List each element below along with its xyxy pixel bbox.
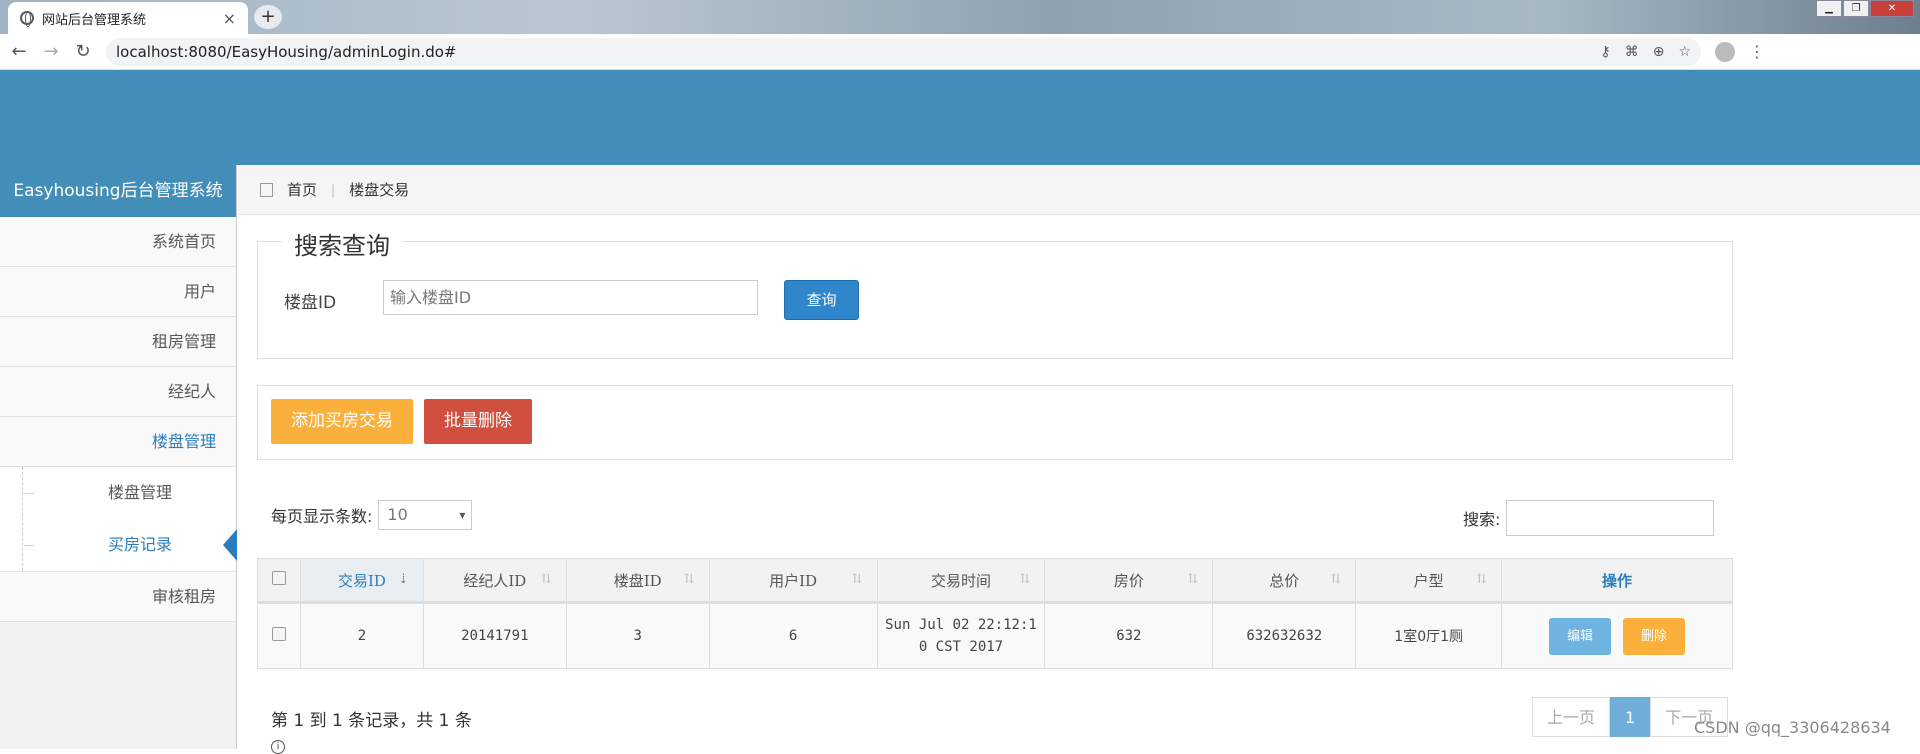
sidebar: Easyhousing后台管理系统 系统首页 用户 租房管理 经纪人 楼盘管理 … — [0, 165, 237, 749]
tab-title: 网站后台管理系统 — [42, 12, 147, 28]
cell-agent-id: 20141791 — [422, 602, 567, 669]
breadcrumb: 首页 | 楼盘交易 — [238, 165, 1920, 215]
col-header-trade-id[interactable]: 交易ID ⇣ — [299, 558, 424, 604]
col-header-trade-time[interactable]: 交易时间 ⇅ — [876, 558, 1046, 604]
sidebar-subitem-purchase-records[interactable]: 买房记录 — [0, 519, 237, 571]
col-header-user-id[interactable]: 用户ID ⇅ — [708, 558, 878, 604]
zoom-icon[interactable]: ⊕ — [1653, 44, 1665, 60]
star-icon[interactable]: ☆ — [1678, 44, 1691, 60]
sort-desc-icon: ⇣ — [397, 572, 409, 587]
col-header-layout[interactable]: 户型 ⇅ — [1355, 558, 1503, 604]
breadcrumb-home-link[interactable]: 首页 — [287, 179, 317, 200]
minimize-icon[interactable]: ▁ — [1816, 0, 1842, 17]
sidebar-item-agents[interactable]: 经纪人 — [0, 367, 236, 417]
sort-icon: ⇅ — [851, 572, 863, 587]
query-button[interactable]: 查询 — [784, 280, 859, 320]
breadcrumb-current: 楼盘交易 — [349, 181, 410, 199]
action-panel: 添加买房交易 批量删除 — [257, 385, 1733, 460]
address-bar: ← → ↻ i localhost:8080/EasyHousing/admin… — [0, 34, 1920, 754]
sidebar-item-review-rental[interactable]: 审核租房 — [0, 572, 236, 622]
watermark: CSDN @qq_3306428634 — [1694, 718, 1891, 737]
cell-building-id: 3 — [565, 602, 710, 669]
sidebar-submenu: 楼盘管理 买房记录 — [0, 467, 237, 572]
cell-price: 632 — [1044, 602, 1214, 669]
key-icon[interactable]: ⚷ — [1600, 44, 1610, 60]
edit-button[interactable]: 编辑 — [1549, 617, 1612, 655]
url-text: localhost:8080/EasyHousing/adminLogin.do… — [116, 42, 457, 61]
add-purchase-button[interactable]: 添加买房交易 — [271, 399, 413, 444]
sort-icon: ⇅ — [1019, 572, 1031, 587]
sidebar-item-buildings[interactable]: 楼盘管理 — [0, 417, 236, 467]
browser-tab-strip: 网站后台管理系统 × + ▁ ❐ ✕ — [0, 0, 1920, 34]
table-filter-input[interactable] — [1506, 500, 1715, 536]
globe-icon — [20, 11, 34, 27]
col-header-price[interactable]: 房价 ⇅ — [1044, 558, 1214, 604]
row-checkbox[interactable] — [271, 627, 286, 641]
search-panel: 搜索查询 楼盘ID 查询 — [257, 226, 1733, 359]
cell-trade-id: 2 — [299, 602, 424, 669]
select-all-checkbox-cell[interactable] — [257, 558, 301, 604]
browser-tab[interactable]: 网站后台管理系统 × — [8, 2, 248, 34]
new-tab-button[interactable]: + — [254, 5, 282, 29]
sort-icon: ⇅ — [1187, 572, 1199, 587]
menu-dots-icon[interactable]: ⋮ — [1749, 42, 1765, 61]
sidebar-brand: Easyhousing后台管理系统 — [0, 165, 236, 217]
cell-actions: 编辑 删除 — [1501, 602, 1733, 669]
table-filter-label: 搜索: — [1463, 510, 1501, 529]
prev-page-button[interactable]: 上一页 — [1532, 697, 1611, 737]
tab-close-icon[interactable]: × — [223, 9, 236, 28]
select-all-checkbox[interactable] — [271, 571, 286, 585]
sidebar-subitem-building-manage[interactable]: 楼盘管理 — [0, 467, 236, 519]
page-length-control: 每页显示条数: 10 — [271, 500, 473, 530]
table-header-row: 交易ID ⇣ 经纪人ID ⇅ 楼盘ID ⇅ 用户ID ⇅ 交易时间 ⇅ 房价 ⇅ 总价 ⇅ 户… — [257, 558, 1733, 604]
sort-icon: ⇅ — [683, 572, 695, 587]
delete-button[interactable]: 删除 — [1623, 617, 1686, 655]
cell-total: 632632632 — [1212, 602, 1357, 669]
sort-icon: ⇅ — [1330, 572, 1342, 587]
cell-user-id: 6 — [708, 602, 878, 669]
col-header-total[interactable]: 总价 ⇅ — [1212, 558, 1357, 604]
cell-layout: 1室0厅1厕 — [1355, 602, 1503, 669]
breadcrumb-separator: | — [331, 182, 336, 197]
sidebar-item-users[interactable]: 用户 — [0, 267, 236, 317]
batch-delete-button[interactable]: 批量删除 — [424, 399, 532, 444]
window-controls: ▁ ❐ ✕ — [1815, 0, 1914, 17]
sort-icon: ⇅ — [540, 572, 552, 587]
sort-icon: ⇅ — [1476, 572, 1488, 587]
page-length-label: 每页显示条数: — [271, 507, 373, 526]
table-row: 2 20141791 3 6 Sun Jul 02 22:12:1 0 CST 2… — [257, 602, 1733, 669]
profile-avatar-icon[interactable] — [1715, 41, 1735, 62]
records-info: 第 1 到 1 条记录，共 1 条 — [271, 711, 472, 731]
reload-icon[interactable]: ↻ — [70, 41, 96, 62]
restore-icon[interactable]: ❐ — [1843, 0, 1869, 17]
table-filter: 搜索: — [1463, 500, 1715, 536]
cell-trade-time: Sun Jul 02 22:12:1 0 CST 2017 — [876, 602, 1046, 669]
search-panel-title: 搜索查询 — [282, 226, 402, 261]
close-window-icon[interactable]: ✕ — [1870, 0, 1914, 17]
omnibox-icons: ⚷ ⌘ ⊕ ☆ — [1600, 44, 1701, 60]
row-checkbox-cell[interactable] — [257, 602, 301, 669]
home-icon — [260, 182, 273, 197]
purchase-records-table: 交易ID ⇣ 经纪人ID ⇅ 楼盘ID ⇅ 用户ID ⇅ 交易时间 ⇅ 房价 ⇅ 总价 ⇅ 户… — [257, 558, 1733, 669]
col-header-agent-id[interactable]: 经纪人ID ⇅ — [422, 558, 567, 604]
site-info-icon[interactable]: i — [271, 740, 285, 754]
col-header-actions: 操作 — [1501, 558, 1733, 604]
app-header-bar — [0, 70, 1920, 165]
forward-icon[interactable]: → — [38, 41, 64, 62]
sidebar-item-home[interactable]: 系统首页 — [0, 217, 236, 267]
back-icon[interactable]: ← — [6, 41, 32, 62]
building-id-label: 楼盘ID — [284, 293, 337, 313]
col-header-building-id[interactable]: 楼盘ID ⇅ — [565, 558, 710, 604]
page-length-select[interactable]: 10 — [378, 500, 473, 530]
building-id-input[interactable] — [383, 280, 758, 315]
current-page-button[interactable]: 1 — [1610, 697, 1651, 737]
sidebar-item-rental[interactable]: 租房管理 — [0, 317, 236, 367]
url-field[interactable]: i localhost:8080/EasyHousing/adminLogin.… — [106, 37, 1701, 754]
translate-icon[interactable]: ⌘ — [1625, 44, 1639, 60]
